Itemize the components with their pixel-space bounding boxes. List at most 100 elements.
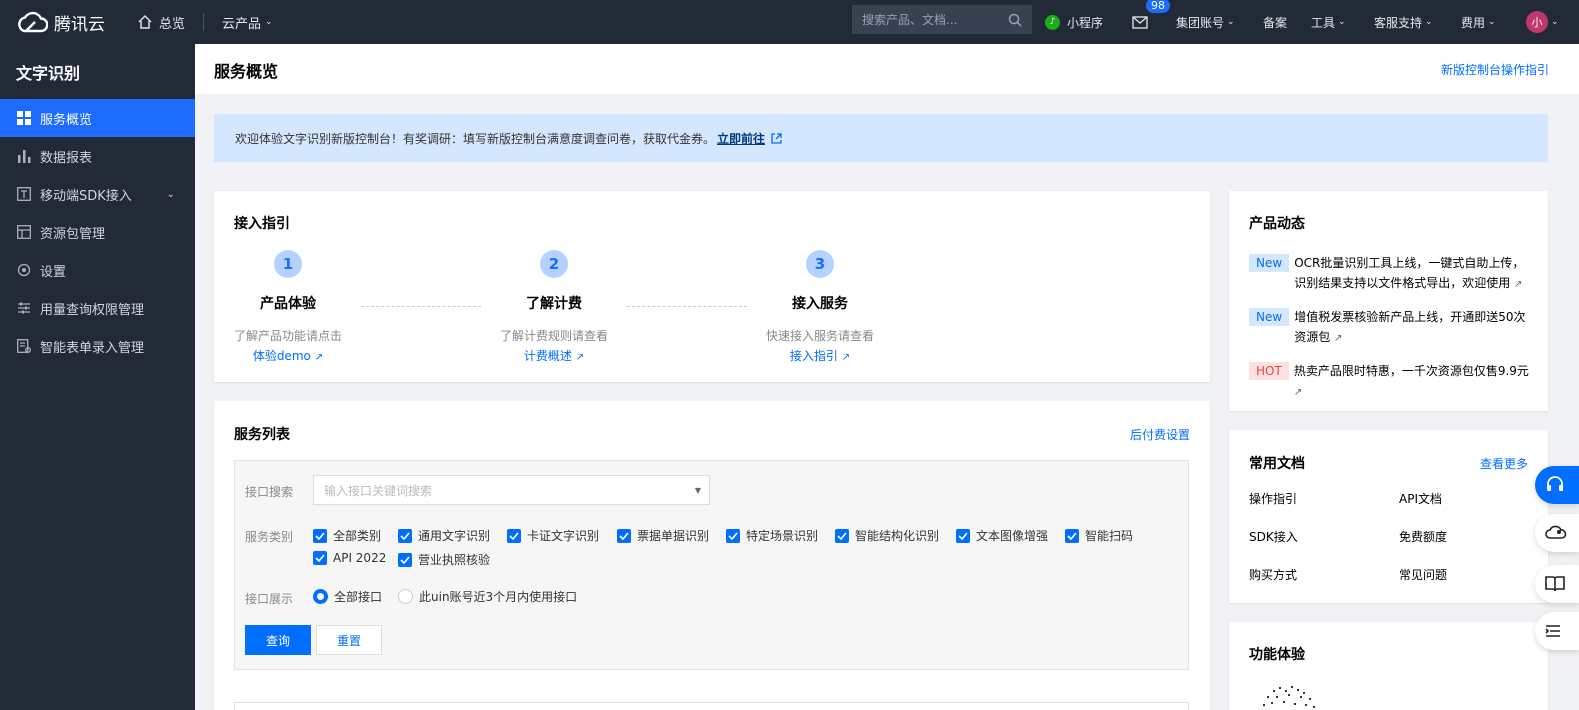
mini-program-label: 小程序	[1067, 15, 1104, 30]
sidebar-item-settings[interactable]: 设置	[0, 251, 195, 289]
sidebar-item-sdk[interactable]: 移动端SDK接入 ⌄	[0, 175, 195, 213]
category-checkbox[interactable]: 文本图像增强	[956, 527, 1048, 544]
category-checkbox[interactable]: 卡证文字识别	[507, 527, 599, 544]
reset-button[interactable]: 重置	[316, 625, 382, 655]
category-checkbox[interactable]: 营业执照核验	[398, 551, 490, 568]
api-search-placeholder: 输入接口关键词搜索	[324, 483, 433, 498]
category-label-text: API 2022	[333, 551, 387, 565]
guide-step: 3 接入服务 快速接入服务请查看 接入指引 ↗	[745, 250, 895, 364]
category-checkbox[interactable]: API 2022	[313, 551, 386, 565]
demo-link[interactable]: 体验demo ↗	[213, 347, 363, 364]
news-item[interactable]: New 增值税发票核验新产品上线，开通即送50次资源包 ↗	[1249, 307, 1534, 349]
nav-products[interactable]: 云产品 ⌄	[222, 13, 273, 32]
nav-billing[interactable]: 费用 ⌄	[1461, 0, 1496, 44]
category-checkbox[interactable]: 智能扫码	[1065, 527, 1133, 544]
news-text: 增值税发票核验新产品上线，开通即送50次资源包	[1294, 310, 1526, 344]
sidebar-item-label: 移动端SDK接入	[40, 188, 132, 204]
category-checkbox[interactable]: 特定场景识别	[726, 527, 818, 544]
checkbox-checked-icon	[507, 528, 521, 543]
banner-text: 欢迎体验文字识别新版控制台！有奖调研：填写新版控制台满意度调查问卷，获取代金券。	[235, 131, 716, 146]
category-checkbox[interactable]: 全部类别	[313, 527, 381, 544]
nav-mail[interactable]: 98	[1132, 0, 1170, 44]
sidebar-item-packages[interactable]: 资源包管理	[0, 213, 195, 251]
docs-more-link[interactable]: 查看更多	[1480, 455, 1528, 472]
category-label-text: 营业执照核验	[418, 553, 491, 567]
postpaid-settings-link[interactable]: 后付费设置	[1130, 426, 1190, 443]
sidebar-item-overview[interactable]: 服务概览	[0, 99, 195, 137]
avatar: 小	[1526, 11, 1548, 33]
doc-link[interactable]: 购买方式	[1249, 566, 1297, 583]
nav-support[interactable]: 客服支持 ⌄	[1374, 0, 1433, 44]
survey-banner: 欢迎体验文字识别新版控制台！有奖调研：填写新版控制台满意度调查问卷，获取代金券。…	[214, 114, 1548, 162]
external-link-icon: ↗	[1293, 387, 1303, 398]
news-item[interactable]: HOT 热卖产品限时特惠，一千次资源包仅售9.9元 ↗	[1249, 361, 1534, 403]
package-icon	[16, 225, 31, 240]
top-navbar: 腾讯云 总览 云产品 ⌄ 搜索产品、文档... ♪ 小程序 98 集团账号 ⌄ 备…	[0, 0, 1579, 44]
nav-user[interactable]: 小 ⌄	[1526, 0, 1559, 44]
brand-logo[interactable]: 腾讯云	[0, 10, 125, 35]
external-link-icon: ↗	[314, 352, 324, 363]
docs-book-button[interactable]	[1535, 565, 1579, 603]
access-guide-link[interactable]: 接入指引 ↗	[745, 347, 895, 364]
checkbox-checked-icon	[1065, 528, 1079, 543]
chevron-down-icon: ⌄	[1551, 17, 1559, 27]
support-label: 客服支持	[1374, 15, 1423, 30]
doc-link[interactable]: API文档	[1399, 490, 1442, 507]
search-label: 接口搜索	[245, 485, 294, 499]
text-box-icon	[16, 187, 31, 202]
external-link-icon[interactable]	[771, 132, 782, 144]
checkbox-checked-icon	[313, 551, 327, 565]
category-checkbox[interactable]: 票据单据识别	[617, 527, 709, 544]
step-link-label: 体验demo	[252, 349, 311, 363]
category-label-text: 智能结构化识别	[855, 529, 940, 543]
chevron-down-icon: ⌄	[1488, 17, 1496, 27]
radio-selected-icon	[313, 589, 328, 604]
tools-label: 工具	[1311, 15, 1336, 30]
sidebar-item-smart-form[interactable]: 智能表单录入管理	[0, 327, 195, 365]
doc-link[interactable]: 常见问题	[1399, 566, 1447, 583]
nav-tools[interactable]: 工具 ⌄	[1311, 0, 1346, 44]
api-search-select[interactable]: 输入接口关键词搜索 ▼	[313, 475, 710, 505]
nav-account[interactable]: 集团账号 ⌄	[1176, 0, 1235, 44]
step-description: 了解产品功能请点击	[233, 329, 342, 343]
brand-name: 腾讯云	[54, 14, 105, 35]
grid-icon	[16, 111, 31, 126]
step-name: 接入服务	[792, 296, 848, 312]
display-radio-recent[interactable]: 此uin账号近3个月内使用接口	[398, 588, 577, 605]
new-tag: New	[1249, 254, 1290, 272]
display-radio-all[interactable]: 全部接口	[313, 588, 382, 605]
console-guide-link[interactable]: 新版控制台操作指引	[1441, 61, 1549, 78]
nav-beian[interactable]: 备案	[1263, 0, 1287, 44]
step-connector	[627, 306, 747, 307]
sidebar-item-usage-permission[interactable]: 用量查询权限管理	[0, 289, 195, 327]
news-list: New OCR批量识别工具上线，一键式自助上传，识别结果支持以文件格式导出，欢迎…	[1249, 241, 1534, 403]
news-text: 热卖产品限时特惠，一千次资源包仅售9.9元	[1293, 364, 1529, 378]
sidebar-item-label: 资源包管理	[40, 226, 106, 242]
query-button[interactable]: 查询	[245, 625, 311, 655]
cloud-assistant-button[interactable]	[1535, 514, 1579, 552]
nav-home[interactable]: 总览	[137, 13, 185, 32]
doc-link[interactable]: 免费额度	[1399, 528, 1447, 545]
hot-tag: HOT	[1249, 362, 1289, 380]
nav-mini-program[interactable]: ♪ 小程序	[1045, 0, 1103, 44]
nav-products-label: 云产品	[222, 16, 262, 32]
sidebar-item-reports[interactable]: 数据报表	[0, 137, 195, 175]
search-icon[interactable]	[1008, 13, 1022, 27]
banner-link[interactable]: 立即前往	[717, 130, 765, 147]
menu-list-button[interactable]	[1535, 612, 1579, 650]
global-search-input[interactable]: 搜索产品、文档...	[852, 5, 1032, 34]
news-item[interactable]: New OCR批量识别工具上线，一键式自助上传，识别结果支持以文件格式导出，欢迎…	[1249, 253, 1534, 295]
external-link-icon: ↗	[575, 352, 585, 363]
guide-step: 2 了解计费 了解计费规则请查看 计费概述 ↗	[479, 250, 629, 364]
pricing-link[interactable]: 计费概述 ↗	[479, 347, 629, 364]
radio-unselected-icon	[398, 589, 413, 604]
radio-label: 此uin账号近3个月内使用接口	[419, 590, 578, 604]
doc-link[interactable]: 操作指引	[1249, 490, 1297, 507]
online-support-button[interactable]	[1535, 466, 1579, 504]
doc-link[interactable]: SDK接入	[1249, 528, 1298, 545]
step-link-label: 计费概述	[523, 349, 572, 363]
checkbox-checked-icon	[726, 528, 740, 543]
step-name: 产品体验	[260, 296, 316, 312]
category-checkbox[interactable]: 通用文字识别	[398, 527, 490, 544]
category-checkbox[interactable]: 智能结构化识别	[835, 527, 939, 544]
